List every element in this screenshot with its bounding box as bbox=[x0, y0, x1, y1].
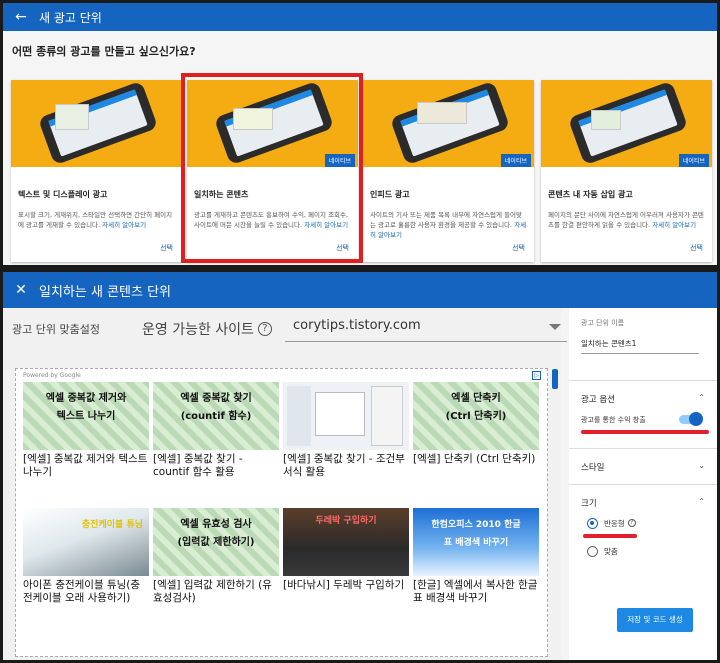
select-button[interactable]: 선택 bbox=[690, 243, 703, 253]
matched-content-panel: ✕ 일치하는 새 콘텐츠 단위 광고 단위 맞춤설정 운영 가능한 사이트 ? … bbox=[3, 272, 717, 660]
chevron-up-icon[interactable]: ⌃ bbox=[698, 393, 705, 402]
monetize-toggle-row: 광고를 통한 수익 창출 bbox=[581, 412, 709, 428]
card-description: 사이트의 기사 또는 제품 목록 내부에 자연스럽게 들어맞는 광고로 훌륭한 … bbox=[370, 211, 527, 239]
close-icon[interactable]: ✕ bbox=[3, 282, 39, 298]
list-item[interactable]: 한컴오피스 2010 한글 표 배경색 바꾸기 [한글] 엑셀에서 복사한 한글… bbox=[413, 508, 539, 605]
list-item[interactable]: 엑셀 단축키 (Ctrl 단축키) [엑셀] 단축키 (Ctrl 단축키) bbox=[413, 382, 539, 466]
item-caption: [엑셀] 단축키 (Ctrl 단축키) bbox=[413, 453, 536, 465]
customize-label: 광고 단위 맞춤설정 bbox=[12, 323, 100, 336]
adchoices-icon[interactable]: ▷ bbox=[532, 371, 541, 380]
list-item[interactable]: 엑셀 유효성 검사 (입력값 제한하기) [엑셀] 입력값 제한하기 (유효성검… bbox=[153, 508, 279, 605]
item-caption: [엑셀] 중복값 찾기 - 조건부 서식 활용 bbox=[283, 453, 405, 478]
powered-by-google: Powered by Google bbox=[23, 372, 81, 379]
select-button[interactable]: 선택 bbox=[160, 243, 173, 253]
list-item[interactable]: 두레박 구입하기 [바다낚시] 두레박 구입하기 bbox=[283, 508, 409, 592]
card-in-feed[interactable]: 네이티브 인피드 광고 사이트의 기사 또는 제품 목록 내부에 자연스럽게 들… bbox=[363, 80, 534, 262]
chevron-down-icon[interactable]: ⌄ bbox=[698, 461, 705, 470]
new-ad-unit-panel: ← 새 광고 단위 어떤 종류의 광고를 만들고 싶으신가요? 텍스트 및 디스… bbox=[3, 3, 717, 265]
ad-preview: Powered by Google ▷ 엑셀 중복값 제거와 텍스트 나누기 [… bbox=[15, 368, 558, 657]
card-description: 페이지의 문단 사이에 자연스럽게 어우러져 사용자가 콘텐츠를 한결 편안하게… bbox=[548, 211, 704, 229]
radio-label: 반응형 bbox=[604, 518, 625, 528]
card-title: 인피드 광고 bbox=[370, 190, 410, 199]
help-icon[interactable]: ? bbox=[627, 519, 636, 527]
radio-unchecked-icon[interactable] bbox=[587, 545, 598, 557]
site-dropdown[interactable]: corytips.tistory.com bbox=[285, 316, 567, 342]
thumbnail: 충전케이블 튜닝 bbox=[23, 508, 149, 576]
native-badge: 네이티브 bbox=[324, 154, 355, 167]
ad-unit-name-label: 광고 단위 이름 bbox=[581, 319, 625, 327]
item-caption: [바다낚시] 두레박 구입하기 bbox=[283, 579, 405, 591]
radio-label: 맞춤 bbox=[604, 546, 618, 556]
bottom-appbar: ✕ 일치하는 새 콘텐츠 단위 bbox=[3, 272, 717, 308]
list-item[interactable]: 충전케이블 튜닝 아이폰 충전케이블 튜닝(충전케이블 오래 사용하기) bbox=[23, 508, 149, 605]
card-description: 광고를 게재하고 콘텐츠도 홍보하여 수익, 페이지 조회수, 사이트에 머문 … bbox=[194, 211, 349, 229]
card-illustration: 네이티브 bbox=[187, 80, 358, 167]
card-illustration: 네이티브 bbox=[363, 80, 534, 167]
radio-checked-icon[interactable] bbox=[587, 517, 598, 529]
red-underline bbox=[583, 534, 637, 538]
red-underline bbox=[581, 430, 709, 434]
size-responsive-option[interactable]: 반응형 ? bbox=[587, 516, 636, 530]
card-illustration: 네이티브 bbox=[541, 80, 712, 167]
ad-unit-name-input[interactable]: 일치하는 콘텐츠1 bbox=[581, 338, 699, 354]
card-illustration bbox=[11, 80, 182, 167]
size-section[interactable]: 크기 ⌃ bbox=[569, 484, 717, 520]
style-section[interactable]: 스타일 ⌄ bbox=[569, 448, 717, 484]
thumbnail: 두레박 구입하기 bbox=[283, 508, 409, 576]
card-in-article[interactable]: 네이티브 콘텐츠 내 자동 삽입 광고 페이지의 문단 사이에 자연스럽게 어우… bbox=[541, 80, 712, 262]
thumbnail bbox=[283, 382, 409, 450]
list-item[interactable]: 엑셀 중복값 제거와 텍스트 나누기 [엑셀] 중복값 제거와 텍스트 나누기 bbox=[23, 382, 149, 479]
toggle-label: 광고를 통한 수익 창출 bbox=[581, 416, 646, 424]
learn-more-link[interactable]: 자세히 알아보기 bbox=[304, 221, 348, 229]
help-icon[interactable]: ? bbox=[257, 322, 272, 336]
back-arrow-icon[interactable]: ← bbox=[3, 9, 39, 25]
ad-options-section[interactable]: 광고 옵션 ⌃ bbox=[569, 380, 717, 416]
top-appbar: ← 새 광고 단위 bbox=[3, 3, 717, 31]
size-custom-option[interactable]: 맞춤 bbox=[587, 544, 618, 558]
page-title: 새 광고 단위 bbox=[39, 10, 102, 25]
thumbnail: 한컴오피스 2010 한글 표 배경색 바꾸기 bbox=[413, 508, 539, 576]
item-caption: [한글] 엑셀에서 복사한 한글 표 배경색 바꾸기 bbox=[413, 579, 538, 604]
select-button[interactable]: 선택 bbox=[336, 243, 349, 253]
section-title: 스타일 bbox=[581, 463, 605, 473]
question-heading: 어떤 종류의 광고를 만들고 싶으신가요? bbox=[12, 45, 196, 58]
card-title: 콘텐츠 내 자동 삽입 광고 bbox=[548, 190, 633, 199]
card-matched-content[interactable]: 네이티브 일치하는 콘텐츠 광고를 게재하고 콘텐츠도 홍보하여 수익, 페이지… bbox=[187, 80, 358, 262]
thumbnail: 엑셀 중복값 찾기 (countif 함수) bbox=[153, 382, 279, 450]
page-title: 일치하는 새 콘텐츠 단위 bbox=[39, 284, 171, 300]
section-title: 광고 옵션 bbox=[581, 395, 615, 405]
card-title: 일치하는 콘텐츠 bbox=[194, 190, 249, 199]
preview-pane: 광고 단위 맞춤설정 운영 가능한 사이트 ? corytips.tistory… bbox=[3, 308, 567, 660]
section-title: 크기 bbox=[581, 499, 597, 509]
item-caption: [엑셀] 입력값 제한하기 (유효성검사) bbox=[153, 579, 272, 604]
thumbnail: 엑셀 유효성 검사 (입력값 제한하기) bbox=[153, 508, 279, 576]
site-label: 운영 가능한 사이트 bbox=[142, 322, 254, 338]
monetize-toggle[interactable] bbox=[679, 412, 703, 426]
card-title: 텍스트 및 디스플레이 광고 bbox=[18, 190, 108, 199]
list-item[interactable]: [엑셀] 중복값 찾기 - 조건부 서식 활용 bbox=[283, 382, 409, 479]
thumbnail: 엑셀 중복값 제거와 텍스트 나누기 bbox=[23, 382, 149, 450]
list-item[interactable]: 엑셀 중복값 찾기 (countif 함수) [엑셀] 중복값 찾기 - cou… bbox=[153, 382, 279, 479]
card-description: 표시할 크기, 게재위치, 스타일만 선택하면 간단히 페이지에 광고를 게재할… bbox=[18, 211, 173, 229]
scrollbar[interactable] bbox=[552, 369, 558, 389]
native-badge: 네이티브 bbox=[678, 154, 709, 167]
item-caption: [엑셀] 중복값 찾기 - countif 함수 활용 bbox=[153, 453, 243, 478]
chevron-up-icon[interactable]: ⌃ bbox=[698, 497, 705, 506]
native-badge: 네이티브 bbox=[500, 154, 531, 167]
card-text-display[interactable]: 텍스트 및 디스플레이 광고 표시할 크기, 게재위치, 스타일만 선택하면 간… bbox=[11, 80, 182, 262]
ad-type-cards: 텍스트 및 디스플레이 광고 표시할 크기, 게재위치, 스타일만 선택하면 간… bbox=[11, 80, 712, 262]
learn-more-link[interactable]: 자세히 알아보기 bbox=[652, 221, 696, 229]
item-caption: 아이폰 충전케이블 튜닝(충전케이블 오래 사용하기) bbox=[23, 579, 141, 604]
thumbnail: 엑셀 단축키 (Ctrl 단축키) bbox=[413, 382, 539, 450]
site-dropdown-value: corytips.tistory.com bbox=[293, 318, 421, 333]
settings-pane: 광고 단위 이름 일치하는 콘텐츠1 광고 옵션 ⌃ 광고를 통한 수익 창출 … bbox=[569, 308, 717, 660]
save-and-get-code-button[interactable]: 저장 및 코드 생성 bbox=[617, 608, 693, 632]
select-button[interactable]: 선택 bbox=[512, 243, 525, 253]
item-caption: [엑셀] 중복값 제거와 텍스트 나누기 bbox=[23, 453, 148, 478]
learn-more-link[interactable]: 자세히 알아보기 bbox=[102, 221, 146, 229]
dropdown-caret-icon bbox=[549, 324, 561, 330]
